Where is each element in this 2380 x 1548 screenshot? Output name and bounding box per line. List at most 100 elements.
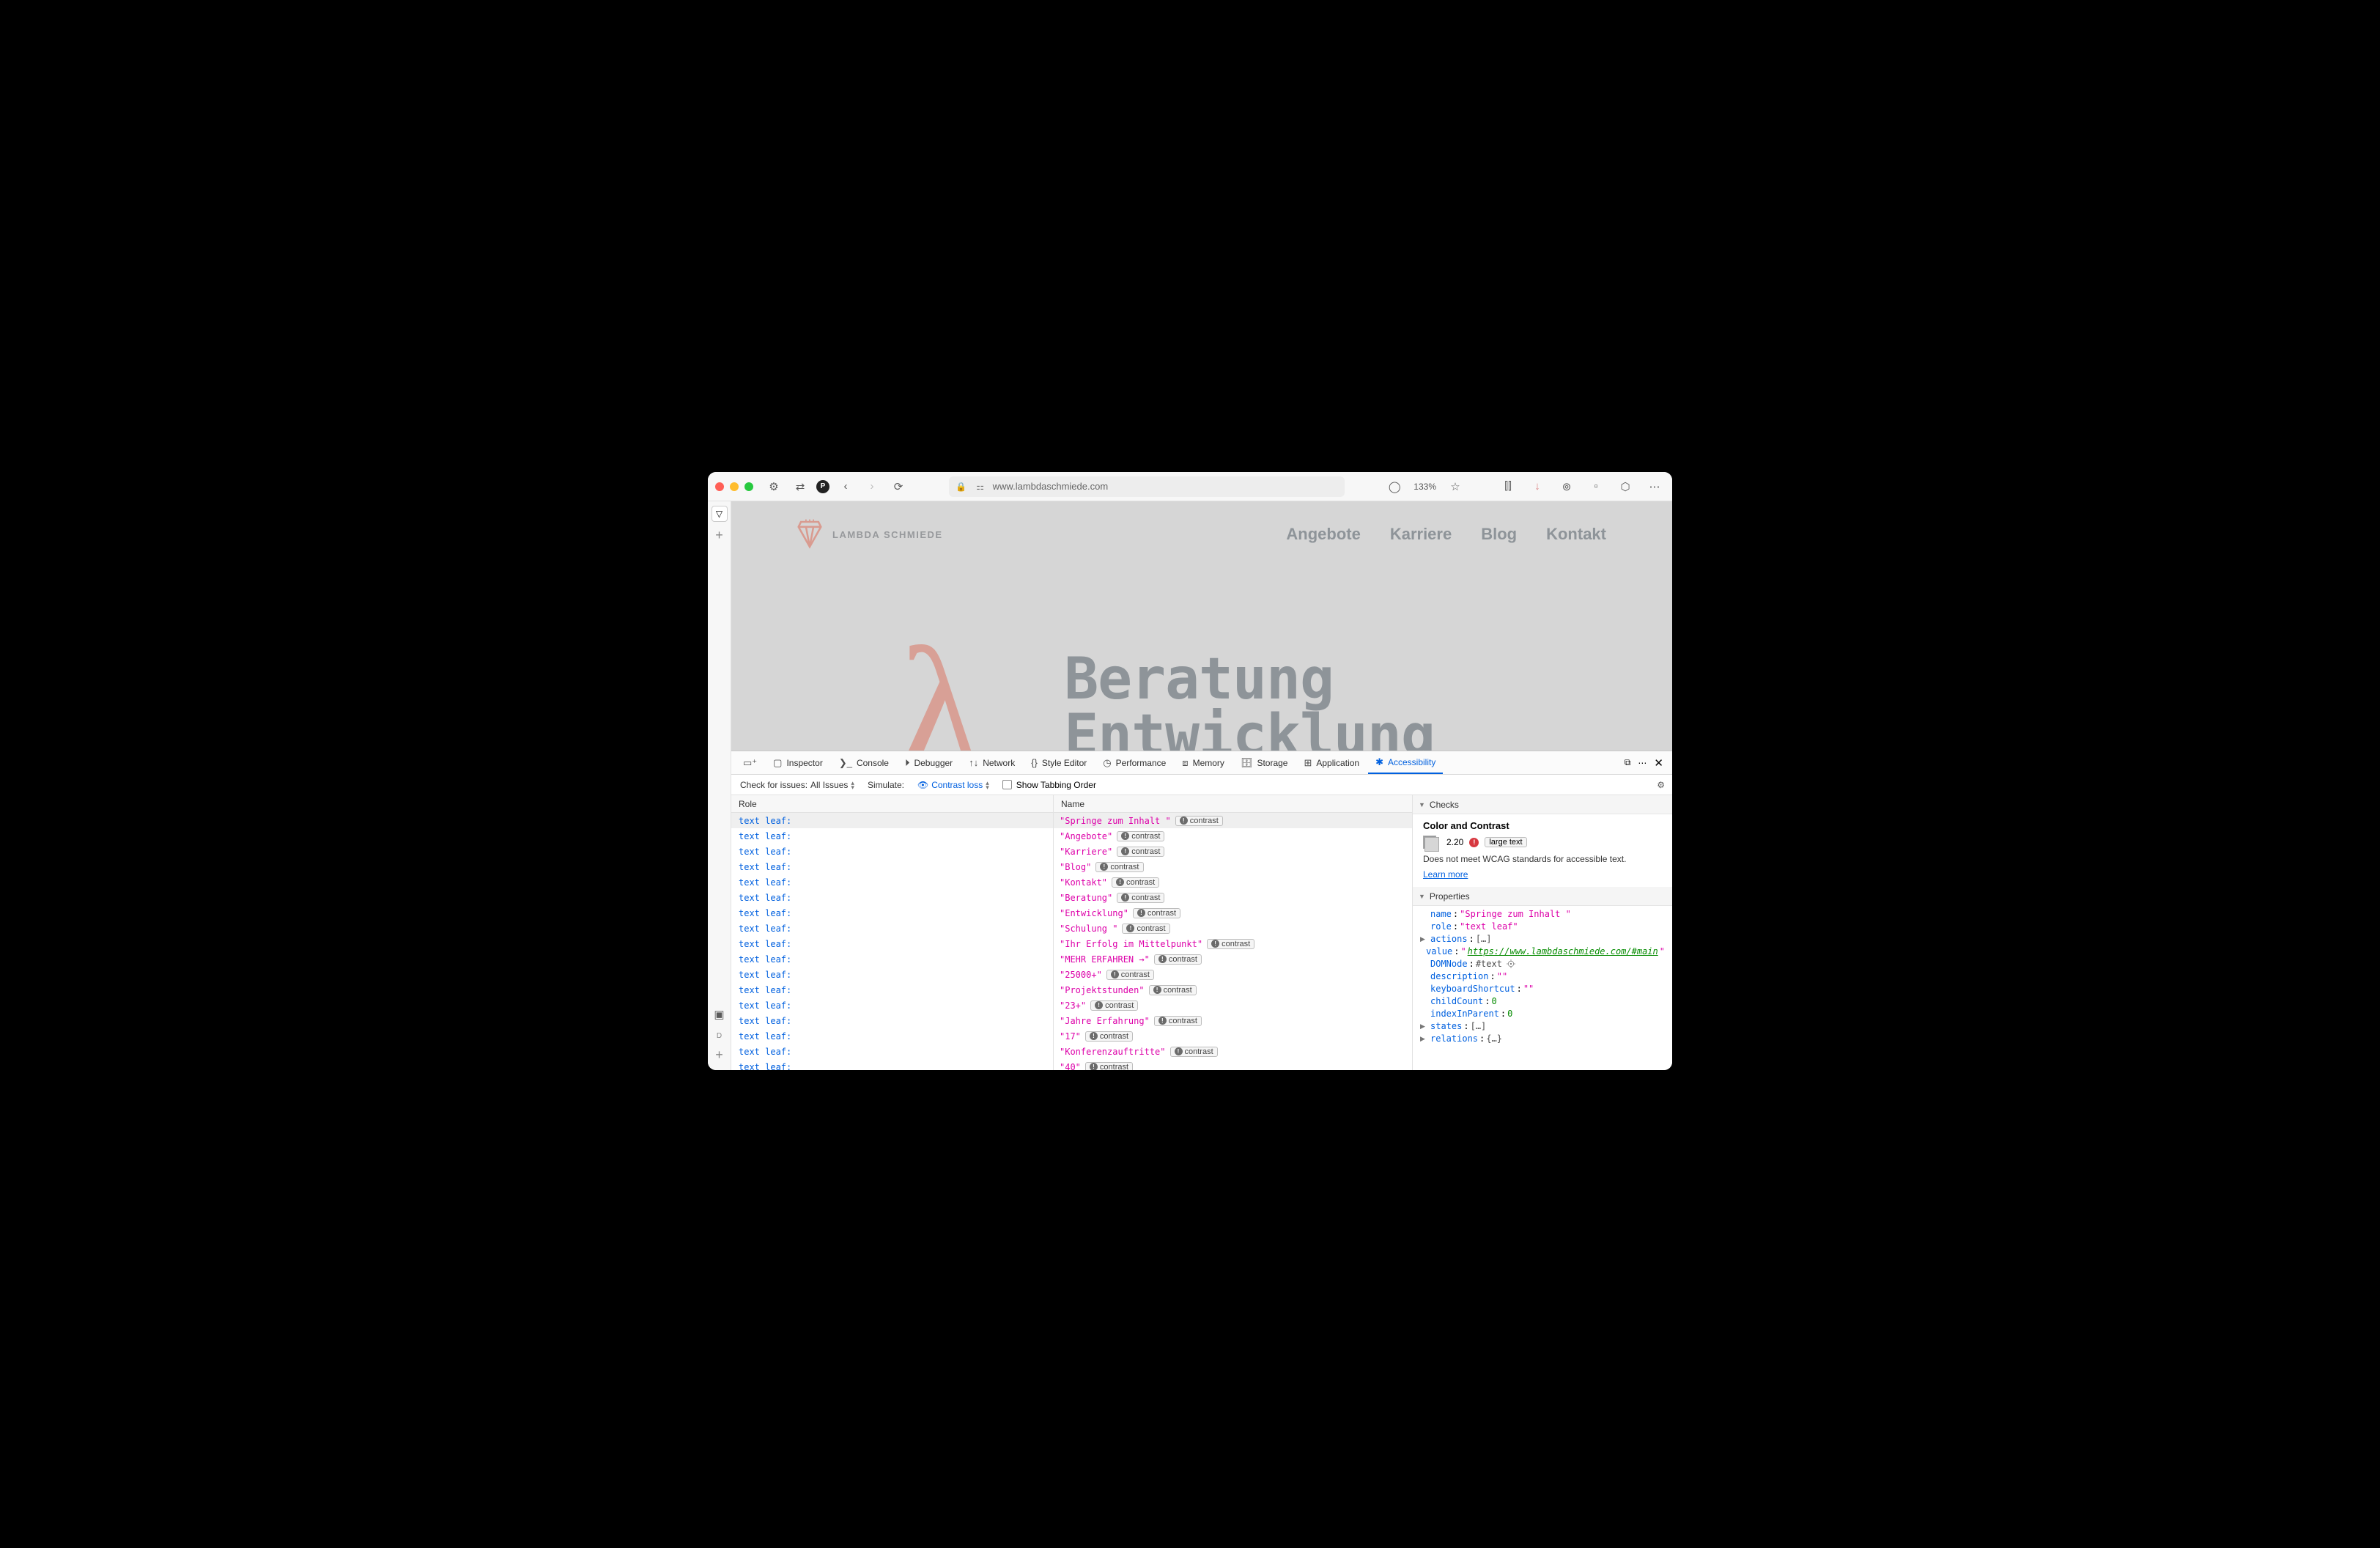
- contrast-swatch: [1423, 836, 1436, 849]
- contrast-badge: !contrast: [1117, 831, 1164, 841]
- tab-style-editor[interactable]: {}Style Editor: [1024, 751, 1094, 774]
- devtools-picker-icon[interactable]: ▭⁺: [736, 751, 764, 774]
- shield-icon[interactable]: ◯: [1384, 476, 1405, 497]
- checks-header[interactable]: ▼Checks: [1413, 795, 1672, 814]
- profile-icon[interactable]: P: [816, 480, 829, 493]
- simulate-select[interactable]: 👁 Contrast loss ▴▾: [917, 780, 989, 790]
- error-icon: !: [1469, 838, 1479, 847]
- tree-row-name[interactable]: "25000+"!contrast: [1054, 967, 1412, 982]
- nav-kontakt[interactable]: Kontakt: [1546, 525, 1606, 544]
- tree-row[interactable]: text leaf:: [731, 1028, 1053, 1044]
- back-button[interactable]: ‹: [835, 476, 856, 497]
- responsive-mode-icon[interactable]: ⧉: [1625, 757, 1631, 768]
- zoom-level[interactable]: 133%: [1413, 482, 1436, 492]
- nav-karriere[interactable]: Karriere: [1390, 525, 1452, 544]
- tabbing-order-checkbox[interactable]: Show Tabbing Order: [1002, 780, 1096, 790]
- settings-icon[interactable]: ⚙: [1657, 780, 1665, 790]
- tab-application[interactable]: ⊞Application: [1296, 751, 1367, 774]
- tab-network[interactable]: ↑↓Network: [961, 751, 1022, 774]
- browser-window: ⚙ ⇄ P ‹ › ⟳ 🔒 ⚏ www.lambdaschmiede.com ◯…: [708, 472, 1672, 1070]
- tree-row-name[interactable]: "Schulung "!contrast: [1054, 921, 1412, 936]
- tree-row-name[interactable]: "40"!contrast: [1054, 1059, 1412, 1070]
- prop-indexinparent: indexInParent: 0: [1420, 1009, 1665, 1019]
- reload-button[interactable]: ⟳: [888, 476, 909, 497]
- tree-row[interactable]: text leaf:: [731, 1059, 1053, 1070]
- tree-row[interactable]: text leaf:: [731, 874, 1053, 890]
- tree-row[interactable]: text leaf:: [731, 951, 1053, 967]
- tree-row-name[interactable]: "Blog"!contrast: [1054, 859, 1412, 874]
- tree-row[interactable]: text leaf:: [731, 813, 1053, 828]
- close-window[interactable]: [715, 482, 724, 491]
- tree-row-name[interactable]: "Konferenzauftritte"!contrast: [1054, 1044, 1412, 1059]
- tree-row[interactable]: text leaf:: [731, 967, 1053, 982]
- tree-row[interactable]: text leaf:: [731, 982, 1053, 998]
- properties-header[interactable]: ▼Properties: [1413, 887, 1672, 906]
- extension-icon[interactable]: ⊚: [1556, 476, 1577, 497]
- tree-row-name[interactable]: "17"!contrast: [1054, 1028, 1412, 1044]
- forward-button: ›: [862, 476, 882, 497]
- minimize-window[interactable]: [730, 482, 739, 491]
- download-icon[interactable]: ↓: [1527, 476, 1548, 497]
- devtools-close-icon[interactable]: ✕: [1654, 756, 1663, 770]
- address-bar[interactable]: 🔒 ⚏ www.lambdaschmiede.com: [949, 476, 1345, 497]
- contrast-badge: !contrast: [1117, 847, 1164, 857]
- accessibility-toolbar: Check for issues: All Issues ▴▾ Simulate…: [731, 775, 1672, 795]
- new-tab-button[interactable]: +: [715, 528, 723, 543]
- site-logo[interactable]: LAMBDA SCHMIEDE: [797, 519, 943, 550]
- prop-role: role: "text leaf": [1420, 921, 1665, 932]
- bookmark-star-icon[interactable]: ☆: [1445, 476, 1466, 497]
- tab-memory[interactable]: ⧈Memory: [1175, 751, 1232, 774]
- browser-toolbar: ⚙ ⇄ P ‹ › ⟳ 🔒 ⚏ www.lambdaschmiede.com ◯…: [708, 472, 1672, 501]
- puzzle-icon[interactable]: ⬡: [1615, 476, 1636, 497]
- tab-inspector[interactable]: ▢Inspector: [766, 751, 830, 774]
- add-panel-button[interactable]: +: [715, 1047, 723, 1063]
- tree-row-name[interactable]: "Springe zum Inhalt "!contrast: [1054, 813, 1412, 828]
- devtools-tabs: ▭⁺ ▢Inspector ❯_Console ⏵Debugger ↑↓Netw…: [731, 751, 1672, 775]
- active-tab-favicon[interactable]: ▽: [712, 506, 728, 522]
- tree-row-name[interactable]: "Jahre Erfahrung"!contrast: [1054, 1013, 1412, 1028]
- prop-relations[interactable]: ▶relations: {…}: [1420, 1033, 1665, 1044]
- tree-row-name[interactable]: "MEHR ERFAHREN →"!contrast: [1054, 951, 1412, 967]
- menu-icon[interactable]: ⋯: [1644, 476, 1665, 497]
- tree-row-name[interactable]: "23+"!contrast: [1054, 998, 1412, 1013]
- library-icon[interactable]: ⫿⫿: [1498, 476, 1518, 497]
- check-issues-select[interactable]: Check for issues: All Issues ▴▾: [740, 780, 854, 790]
- tree-row[interactable]: text leaf:: [731, 890, 1053, 905]
- gear-icon[interactable]: ⚙: [764, 476, 784, 497]
- tree-row[interactable]: text leaf:: [731, 1044, 1053, 1059]
- tree-row[interactable]: text leaf:: [731, 936, 1053, 951]
- tree-row[interactable]: text leaf:: [731, 828, 1053, 844]
- tree-row-name[interactable]: "Kontakt"!contrast: [1054, 874, 1412, 890]
- tree-row-name[interactable]: "Projektstunden"!contrast: [1054, 982, 1412, 998]
- site-nav: Angebote Karriere Blog Kontakt: [1286, 525, 1606, 544]
- sync-icon[interactable]: ⇄: [790, 476, 810, 497]
- nav-blog[interactable]: Blog: [1481, 525, 1517, 544]
- tab-storage[interactable]: 🗄Storage: [1233, 751, 1296, 774]
- tree-row[interactable]: text leaf:: [731, 1013, 1053, 1028]
- prop-domnode[interactable]: DOMNode: #text: [1420, 959, 1665, 969]
- tree-row-name[interactable]: "Karriere"!contrast: [1054, 844, 1412, 859]
- nav-angebote[interactable]: Angebote: [1286, 525, 1360, 544]
- prop-actions[interactable]: ▶actions: […]: [1420, 934, 1665, 944]
- tree-row[interactable]: text leaf:: [731, 921, 1053, 936]
- tab-console[interactable]: ❯_Console: [832, 751, 896, 774]
- pocket-icon[interactable]: ▫: [1586, 476, 1606, 497]
- tab-debugger[interactable]: ⏵Debugger: [898, 751, 960, 774]
- tree-row-name[interactable]: "Entwicklung"!contrast: [1054, 905, 1412, 921]
- prop-states[interactable]: ▶states: […]: [1420, 1021, 1665, 1031]
- tree-row[interactable]: text leaf:: [731, 998, 1053, 1013]
- permissions-icon[interactable]: ⚏: [974, 480, 987, 493]
- devtools-menu-icon[interactable]: ⋯: [1638, 758, 1647, 768]
- zoom-window[interactable]: [744, 482, 753, 491]
- sidebar-toggle-icon[interactable]: ▣: [709, 1004, 730, 1025]
- tree-row[interactable]: text leaf:: [731, 844, 1053, 859]
- tab-performance[interactable]: ◷Performance: [1095, 751, 1173, 774]
- name-column: Name "Springe zum Inhalt "!contrast"Ange…: [1054, 795, 1413, 1070]
- tree-row[interactable]: text leaf:: [731, 859, 1053, 874]
- tree-row[interactable]: text leaf:: [731, 905, 1053, 921]
- tree-row-name[interactable]: "Ihr Erfolg im Mittelpunkt"!contrast: [1054, 936, 1412, 951]
- tree-row-name[interactable]: "Beratung"!contrast: [1054, 890, 1412, 905]
- tree-row-name[interactable]: "Angebote"!contrast: [1054, 828, 1412, 844]
- learn-more-link[interactable]: Learn more: [1423, 869, 1662, 880]
- tab-accessibility[interactable]: ✱Accessibility: [1368, 751, 1443, 774]
